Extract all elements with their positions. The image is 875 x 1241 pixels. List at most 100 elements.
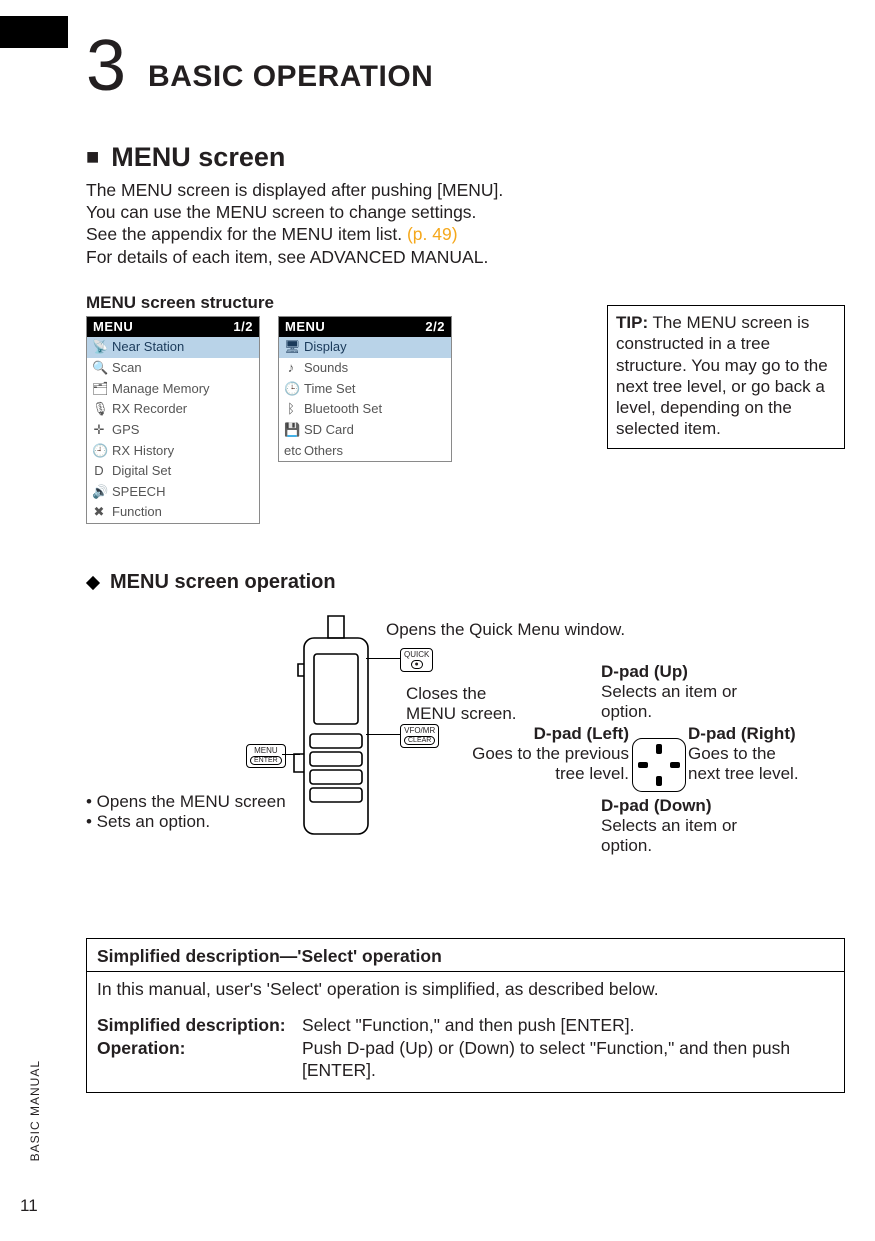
menu-screen-1: MENU 1/2 📡 Near Station 🔍 Scan 🗂Manage Mem… <box>86 316 260 524</box>
speech-icon: 🔊 <box>92 484 106 501</box>
gps-icon: ✛ <box>92 422 106 439</box>
manage-memory-icon: 🗂 <box>92 381 106 398</box>
intro-line-3a: See the appendix for the MENU item list. <box>86 224 407 244</box>
close-menu-l2: MENU screen. <box>406 704 517 724</box>
menu-item-label: Near Station <box>112 339 184 356</box>
section-mark-icon: ■ <box>86 143 99 171</box>
menu-screen-2-head: MENU 2/2 <box>279 317 451 338</box>
dpad-right-l1: Goes to the <box>688 744 848 764</box>
menu-item: etc Others <box>279 441 451 462</box>
tip-box: TIP: The MENU screen is constructed in a… <box>607 305 845 449</box>
menu-screen-1-page: 1/2 <box>233 319 253 336</box>
quick-menu-label: Opens the Quick Menu window. <box>386 620 625 640</box>
dpad-left-title: D-pad (Left) <box>534 724 629 743</box>
operation-diagram: QUICK ● VFO/MR CLEAR MENU ENTER Opens th… <box>86 606 845 896</box>
menu-enter-keycap: MENU ENTER <box>246 744 286 768</box>
dpad-down-title: D-pad (Down) <box>601 796 711 815</box>
menu-screen-1-head: MENU 1/2 <box>87 317 259 338</box>
quick-keycap-bot: ● <box>411 660 423 669</box>
menu-item-label: SPEECH <box>112 484 165 501</box>
menu-item: ♪Sounds <box>279 358 451 379</box>
tip-text: The MENU screen is constructed in a tree… <box>616 313 828 438</box>
tip-label: TIP: <box>616 313 648 332</box>
menu-screen-2-page: 2/2 <box>425 319 445 336</box>
menu-item-label: SD Card <box>304 422 354 439</box>
section-intro: The MENU screen is displayed after pushi… <box>86 179 845 269</box>
dpad-up-text: Selects an item or option. <box>601 682 761 723</box>
dpad-up-label: D-pad (Up) Selects an item or option. <box>601 662 761 723</box>
radio-outline-icon <box>286 614 386 844</box>
menu-item: ✖Function <box>87 502 259 523</box>
menu-enter-desc: • Opens the MENU screen • Sets an option… <box>86 792 286 833</box>
desc-row-2-value: Push D-pad (Up) or (Down) to select "Fun… <box>302 1037 834 1082</box>
sd-card-icon: 💾 <box>284 422 298 439</box>
menu-item-label: Function <box>112 504 162 521</box>
dpad-down-text: Selects an item or option. <box>601 816 761 857</box>
time-set-icon: 🕒 <box>284 381 298 398</box>
connector-line <box>366 658 400 660</box>
chapter-header: 3 BASIC OPERATION <box>86 30 845 102</box>
desc-box-intro: In this manual, user's 'Select' operatio… <box>97 978 834 1000</box>
intro-line-3: See the appendix for the MENU item list.… <box>86 223 845 245</box>
vfo-keycap-bot: CLEAR <box>404 736 435 745</box>
dpad-left-label: D-pad (Left) Goes to the previous tree l… <box>444 724 629 785</box>
connector-line <box>282 754 300 756</box>
menu-item: 💾 SD Card <box>279 420 451 441</box>
vfo-mr-keycap: VFO/MR CLEAR <box>400 724 439 748</box>
menu-screen-1-title: MENU <box>93 319 133 336</box>
dpad-right-label: D-pad (Right) Goes to the next tree leve… <box>688 724 848 785</box>
near-station-icon: 📡 <box>92 339 106 356</box>
menu-item: 📡 Near Station <box>87 337 259 358</box>
subsection-title: MENU screen operation <box>110 570 336 596</box>
menu-item: 🔊 SPEECH <box>87 482 259 503</box>
rx-recorder-icon: 🎙 <box>92 401 106 418</box>
menu-item-label: Digital Set <box>112 463 171 480</box>
menu-item: 🎙RX Recorder <box>87 399 259 420</box>
desc-row-2-label: Operation: <box>97 1037 302 1082</box>
page-content: 3 BASIC OPERATION ■ MENU screen The MENU… <box>86 30 845 1201</box>
menu-item: ᛒBluetooth Set <box>279 399 451 420</box>
bluetooth-icon: ᛒ <box>284 401 298 418</box>
sounds-icon: ♪ <box>284 360 298 377</box>
dpad-down-label: D-pad (Down) Selects an item or option. <box>601 796 761 857</box>
desc-row-1-label: Simplified description: <box>97 1014 302 1036</box>
menu-enter-l1: • Opens the MENU screen <box>86 792 286 812</box>
intro-line-2: You can use the MENU screen to change se… <box>86 201 845 223</box>
menu-item-label: Scan <box>112 360 142 377</box>
dpad-icon <box>632 738 686 792</box>
vfo-keycap-top: VFO/MR <box>404 727 435 735</box>
menu-item-label: RX History <box>112 443 174 460</box>
rx-history-icon: 🕘 <box>92 443 106 460</box>
desc-row-1-value: Select "Function," and then push [ENTER]… <box>302 1014 834 1036</box>
chapter-number: 3 <box>86 30 126 102</box>
dpad-right-l2: next tree level. <box>688 764 848 784</box>
dpad-right-title: D-pad (Right) <box>688 724 796 743</box>
others-icon: etc <box>284 443 298 460</box>
quick-keycap: QUICK ● <box>400 648 433 672</box>
menu-item: D Digital Set <box>87 461 259 482</box>
menu-item-label: GPS <box>112 422 139 439</box>
section-heading-row: ■ MENU screen <box>86 140 845 175</box>
menu-item: 🗂Manage Memory <box>87 379 259 400</box>
digital-set-icon: D <box>92 463 106 480</box>
display-icon: 🖥 <box>284 339 298 356</box>
menu-item-label: Others <box>304 443 343 460</box>
close-menu-label: Closes the MENU screen. <box>406 684 517 725</box>
desc-box-body: In this manual, user's 'Select' operatio… <box>87 972 844 1092</box>
menu-screen-2-title: MENU <box>285 319 325 336</box>
menu-item: 🕒 Time Set <box>279 379 451 400</box>
appendix-page-link[interactable]: (p. 49) <box>407 224 458 244</box>
simplified-description-box: Simplified description—'Select' operatio… <box>86 938 845 1093</box>
scan-icon: 🔍 <box>92 360 106 377</box>
menu-item-label: Display <box>304 339 347 356</box>
menu-item: ✛ GPS <box>87 420 259 441</box>
diamond-icon <box>86 576 100 590</box>
menu-item: 🖥 Display <box>279 337 451 358</box>
menu-item: 🔍 Scan <box>87 358 259 379</box>
intro-line-1: The MENU screen is displayed after pushi… <box>86 179 845 201</box>
desc-row-2: Operation: Push D-pad (Up) or (Down) to … <box>97 1037 834 1082</box>
dpad-left-l2: tree level. <box>444 764 629 784</box>
menu-item-label: Time Set <box>304 381 356 398</box>
section-title: MENU screen <box>111 140 285 175</box>
dpad-up-title: D-pad (Up) <box>601 662 688 681</box>
